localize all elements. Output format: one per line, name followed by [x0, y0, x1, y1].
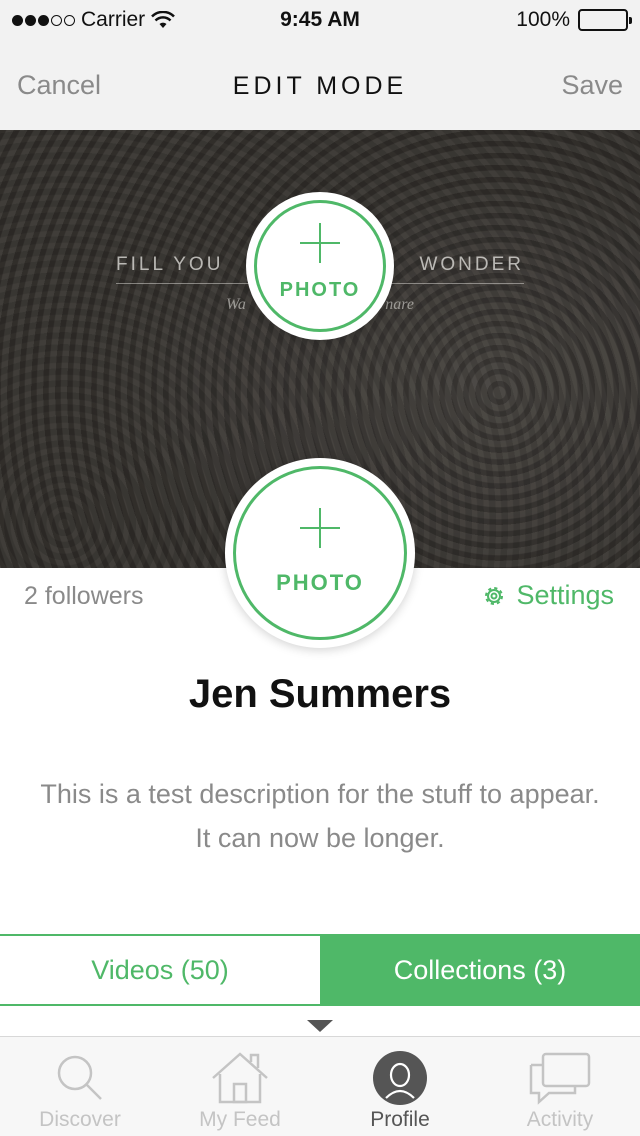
tab-bar-item-my-feed[interactable]: My Feed — [160, 1037, 320, 1136]
tab-bar-label: Discover — [39, 1108, 121, 1131]
tab-bar-item-discover[interactable]: Discover — [0, 1037, 160, 1136]
bottom-tab-bar: Discover My Feed Profile Activity — [0, 1036, 640, 1136]
cover-photo-label: PHOTO — [279, 278, 361, 301]
cover-headline-right: WONDER — [419, 254, 524, 275]
profile-name: Jen Summers — [188, 672, 452, 716]
profile-photo-ring: PHOTO — [233, 466, 407, 640]
tab-bar-item-activity[interactable]: Activity — [480, 1037, 640, 1136]
tab-bar-label: My Feed — [199, 1108, 281, 1131]
status-bar: Carrier 9:45 AM 100% — [0, 0, 640, 40]
add-profile-photo-button[interactable]: PHOTO — [225, 458, 415, 648]
tab-collections[interactable]: Collections (3) — [320, 936, 640, 1004]
caret-down-icon — [307, 1020, 333, 1032]
battery-icon — [578, 9, 632, 31]
cover-subtitle-right: nare — [385, 296, 414, 313]
page-title: EDIT MODE — [232, 72, 408, 100]
tab-bar-item-profile[interactable]: Profile — [320, 1037, 480, 1136]
plus-icon — [300, 222, 340, 263]
settings-label: Settings — [516, 580, 614, 610]
add-cover-photo-button[interactable]: PHOTO — [246, 192, 394, 340]
profile-photo-label: PHOTO — [276, 570, 364, 595]
profile-description: This is a test description for the stuff… — [40, 779, 600, 853]
chat-icon — [525, 1048, 595, 1108]
save-button[interactable]: Save — [561, 70, 623, 101]
content-tabs: Videos (50) Collections (3) — [0, 934, 640, 1006]
tab-bar-label: Activity — [526, 1108, 594, 1131]
tab-bar-label: Profile — [370, 1108, 430, 1131]
tab-videos[interactable]: Videos (50) — [0, 936, 320, 1004]
navigation-bar: Cancel EDIT MODE Save — [0, 40, 640, 130]
home-icon — [205, 1048, 275, 1108]
status-right: 100% — [516, 8, 632, 32]
settings-button[interactable]: Settings — [482, 580, 614, 611]
followers-count[interactable]: 2 followers — [24, 582, 144, 611]
search-icon — [45, 1048, 115, 1108]
battery-percent: 100% — [516, 8, 570, 31]
cover-headline-left: FILL YOU — [116, 254, 224, 275]
gear-icon — [485, 586, 504, 605]
profile-icon — [365, 1048, 435, 1108]
plus-icon — [300, 508, 340, 548]
cover-photo-ring: PHOTO — [254, 200, 386, 332]
cover-subtitle-left: Wa — [226, 296, 246, 313]
